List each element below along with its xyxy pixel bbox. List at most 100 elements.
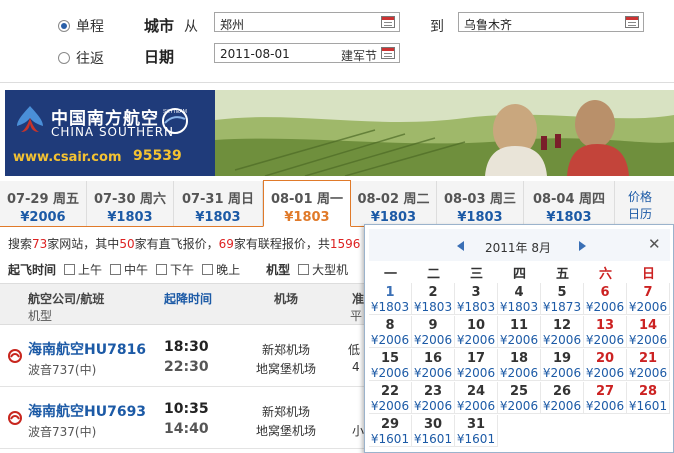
- calendar-day-number: 30: [423, 417, 443, 432]
- date-tab-date: 08-01 周一: [270, 192, 344, 207]
- time-filter-evening[interactable]: 晚上: [202, 261, 240, 278]
- calendar-day-cell[interactable]: 21 ¥2006: [627, 349, 670, 381]
- time-filter-noon[interactable]: 中午: [110, 261, 148, 278]
- calendar-day-cell[interactable]: 2 ¥1803: [412, 283, 455, 315]
- radio-unselected-icon: [58, 52, 70, 64]
- calendar-day-cell[interactable]: 17 ¥2006: [455, 349, 498, 381]
- prev-month-icon[interactable]: [457, 241, 464, 251]
- date-tab-active[interactable]: 08-01 周一 ¥1803: [263, 180, 351, 227]
- calendar-day-cell[interactable]: 16 ¥2006: [412, 349, 455, 381]
- weekday-header: 三: [469, 267, 483, 282]
- airline-banner-ad[interactable]: 中国南方航空 CHINA SOUTHERN SKYTEAM www.csair.…: [5, 90, 674, 176]
- calendar-day-number: 26: [552, 384, 572, 399]
- calendar-day-cell[interactable]: 11 ¥2006: [498, 316, 541, 348]
- calendar-day-price: ¥1873: [542, 300, 582, 314]
- calendar-day-cell[interactable]: 18 ¥2006: [498, 349, 541, 381]
- calendar-day-cell[interactable]: 23 ¥2006: [412, 382, 455, 414]
- calendar-day-cell[interactable]: 27 ¥2006: [584, 382, 627, 414]
- date-tab[interactable]: 07-29 周五 ¥2006: [0, 181, 87, 226]
- from-label: 从: [184, 19, 198, 35]
- calendar-day-cell[interactable]: 29 ¥1601: [369, 415, 412, 447]
- calendar-day-cell[interactable]: 14 ¥2006: [627, 316, 670, 348]
- date-label: 日期: [144, 48, 175, 66]
- filter-bar: 起飞时间 上午 中午 下午 晚上 机型 大型机: [8, 261, 356, 278]
- calendar-day-cell[interactable]: 7 ¥2006: [627, 283, 670, 315]
- calendar-icon[interactable]: [381, 47, 395, 59]
- date-tab[interactable]: 08-04 周四 ¥1803: [524, 181, 615, 226]
- date-tab[interactable]: 08-02 周二 ¥1803: [351, 181, 437, 226]
- checkbox-icon: [298, 264, 310, 275]
- hotline-text: 95539: [133, 148, 182, 164]
- kapok-logo-icon: [17, 106, 43, 132]
- oneway-radio[interactable]: 单程: [58, 16, 104, 36]
- calendar-day-cell[interactable]: 20 ¥2006: [584, 349, 627, 381]
- date-tab-date: 08-02 周二: [357, 192, 430, 207]
- next-month-icon[interactable]: [579, 241, 586, 251]
- calendar-day-price: ¥2006: [456, 333, 496, 347]
- checkbox-label: 中午: [124, 263, 149, 277]
- calendar-day-price: ¥1803: [413, 300, 453, 314]
- checkbox-icon: [64, 264, 76, 275]
- calendar-day-price: ¥1601: [370, 432, 410, 446]
- type-filter-large[interactable]: 大型机: [298, 261, 348, 278]
- calendar-day-cell[interactable]: 24 ¥2006: [455, 382, 498, 414]
- date-tab[interactable]: 07-31 周日 ¥1803: [174, 181, 263, 226]
- date-input[interactable]: 2011-08-01 建军节: [214, 43, 400, 63]
- summary-text: 家网站，其中: [47, 237, 120, 251]
- city-picker-icon[interactable]: [381, 16, 395, 28]
- calendar-day-cell[interactable]: 31 ¥1601: [455, 415, 498, 447]
- time-filter-afternoon[interactable]: 下午: [156, 261, 194, 278]
- price-calendar-link[interactable]: 价格 日历: [628, 189, 652, 223]
- date-tab-price: ¥1803: [284, 210, 330, 225]
- calendar-day-cell[interactable]: 5 ¥1873: [541, 283, 584, 315]
- price-calendar-line2: 日历: [628, 207, 653, 221]
- calendar-day-cell[interactable]: 9 ¥2006: [412, 316, 455, 348]
- calendar-day-cell[interactable]: 3 ¥1803: [455, 283, 498, 315]
- date-tab-date: 08-04 周四: [532, 192, 606, 207]
- calendar-day-price: ¥2006: [370, 399, 410, 413]
- calendar-day-cell[interactable]: 6 ¥2006: [584, 283, 627, 315]
- calendar-day-number: 29: [380, 417, 400, 432]
- roundtrip-radio[interactable]: 往返: [58, 48, 104, 68]
- flight-number[interactable]: 海南航空HU7693: [28, 401, 146, 421]
- calendar-day-price: ¥2006: [370, 333, 410, 347]
- calendar-day-cell[interactable]: 13 ¥2006: [584, 316, 627, 348]
- calendar-day-cell[interactable]: 25 ¥2006: [498, 382, 541, 414]
- calendar-day-cell[interactable]: 1 ¥1803: [369, 283, 412, 315]
- time-filter-morning[interactable]: 上午: [64, 261, 102, 278]
- calendar-day-cell[interactable]: 8 ¥2006: [369, 316, 412, 348]
- calendar-day-number: 24: [466, 384, 486, 399]
- summary-text: 搜索: [8, 237, 33, 251]
- time-filter-title: 起飞时间: [8, 263, 57, 277]
- checkbox-label: 晚上: [216, 263, 241, 277]
- date-tab-price: ¥1803: [370, 210, 417, 225]
- calendar-day-number: 8: [385, 318, 395, 333]
- calendar-day-cell[interactable]: 30 ¥1601: [412, 415, 455, 447]
- calendar-day-cell[interactable]: 22 ¥2006: [369, 382, 412, 414]
- website-text: www.csair.com: [13, 150, 122, 165]
- date-tab-date: 07-30 周六: [93, 192, 167, 207]
- city-label: 城市: [144, 17, 175, 35]
- date-tab[interactable]: 08-03 周三 ¥1803: [437, 181, 524, 226]
- calendar-day-number: 16: [423, 351, 443, 366]
- date-tab-price: ¥1803: [457, 210, 503, 225]
- date-tab[interactable]: 07-30 周六 ¥1803: [87, 181, 174, 226]
- from-city-input[interactable]: 郑州: [214, 12, 400, 32]
- city-picker-icon[interactable]: [625, 16, 639, 28]
- calendar-day-cell[interactable]: 15 ¥2006: [369, 349, 412, 381]
- col-time-sort[interactable]: 起降时间: [164, 290, 212, 307]
- to-city-input[interactable]: 乌鲁木齐: [458, 12, 644, 32]
- calendar-day-price: ¥2006: [628, 333, 668, 347]
- calendar-day-cell[interactable]: 12 ¥2006: [541, 316, 584, 348]
- calendar-day-cell[interactable]: 26 ¥2006: [541, 382, 584, 414]
- flight-number[interactable]: 海南航空HU7816: [28, 339, 146, 359]
- checkbox-label: 大型机: [312, 263, 349, 277]
- close-icon[interactable]: ✕: [648, 235, 661, 253]
- calendar-day-number: 7: [643, 285, 653, 300]
- calendar-day-cell[interactable]: 4 ¥1803: [498, 283, 541, 315]
- calendar-day-cell[interactable]: 28 ¥1601: [627, 382, 670, 414]
- calendar-day-number: 1: [385, 285, 395, 300]
- calendar-day-cell[interactable]: 19 ¥2006: [541, 349, 584, 381]
- calendar-day-number: 4: [514, 285, 524, 300]
- calendar-day-cell[interactable]: 10 ¥2006: [455, 316, 498, 348]
